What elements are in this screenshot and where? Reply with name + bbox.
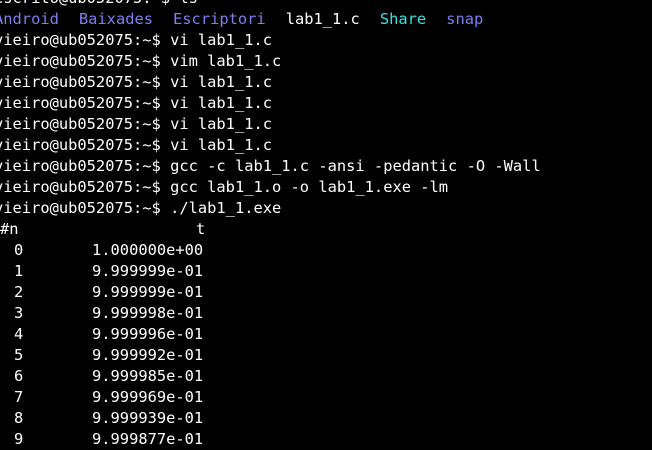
ls-entry: Escriptori xyxy=(173,10,266,28)
command-text: vim lab1_1.c xyxy=(170,52,282,70)
command-line: vieiro@ub052075:~$ gcc lab1_1.o -o lab1_… xyxy=(0,177,652,198)
shell-prompt: vieiro@ub052075:~$ xyxy=(0,115,161,133)
shell-prompt: vieiro@ub052075:~$ xyxy=(0,52,161,70)
ls-entry: Share xyxy=(379,10,427,28)
command-line: vieiro@ub052075:~$ vi lab1_1.c xyxy=(0,135,652,156)
command-line: vieiro@ub052075:~$ vi lab1_1.c xyxy=(0,114,652,135)
command-text: vi lab1_1.c xyxy=(170,115,273,133)
cell-t: 1.000000e+00 xyxy=(92,241,204,259)
cell-n: 5 xyxy=(14,346,24,364)
command-line: vieiro@ub052075:~$ vim lab1_1.c xyxy=(0,51,652,72)
command-text: vi lab1_1.c xyxy=(170,136,273,154)
cell-n: 0 xyxy=(14,241,24,259)
command-text: vi lab1_1.c xyxy=(170,31,273,49)
command-text: ./lab1_1.exe xyxy=(170,199,282,217)
table-row: 0 1.000000e+00 xyxy=(0,240,652,261)
cell-t: 9.999999e-01 xyxy=(92,262,204,280)
table-row: 2 9.999999e-01 xyxy=(0,282,652,303)
column-header-n: #n xyxy=(0,220,19,238)
table-row: 7 9.999969e-01 xyxy=(0,387,652,408)
column-header-t: t xyxy=(196,220,206,238)
shell-prompt: vieiro@ub052075:~$ xyxy=(0,94,161,112)
command-text: gcc -c lab1_1.c -ansi -pedantic -O -Wall xyxy=(170,157,541,175)
ls-entry: lab1_1.c xyxy=(285,10,360,28)
cell-n: 3 xyxy=(14,304,24,322)
table-row: 6 9.999985e-01 xyxy=(0,366,652,387)
table-row: 8 9.999939e-01 xyxy=(0,408,652,429)
cell-t: 9.999998e-01 xyxy=(92,304,204,322)
shell-prompt: vieiro@ub052075:~$ xyxy=(0,136,161,154)
table-row: 3 9.999998e-01 xyxy=(0,303,652,324)
table-row: 1 9.999999e-01 xyxy=(0,261,652,282)
shell-prompt: vieiro@ub052075:~$ xyxy=(0,178,161,196)
command-line: vieiro@ub052075:~$ ./lab1_1.exe xyxy=(0,198,652,219)
cell-t: 9.999999e-01 xyxy=(92,283,204,301)
cell-t: 9.999939e-01 xyxy=(92,409,204,427)
cell-t: 9.999992e-01 xyxy=(92,346,204,364)
shell-prompt: vieiro@ub052075:~$ xyxy=(0,31,161,49)
cell-t: 9.999996e-01 xyxy=(92,325,204,343)
command-line: vieiro@ub052075:~$ gcc -c lab1_1.c -ansi… xyxy=(0,156,652,177)
command-text: vi lab1_1.c xyxy=(170,94,273,112)
cell-n: 8 xyxy=(14,409,24,427)
command-text: vi lab1_1.c xyxy=(170,73,273,91)
cell-n: 6 xyxy=(14,367,24,385)
command-text: gcc lab1_1.o -o lab1_1.exe -lm xyxy=(170,178,449,196)
shell-prompt: vieiro@ub052075:~$ xyxy=(0,199,161,217)
cell-t: 9.999877e-01 xyxy=(92,430,204,448)
cell-t: 9.999969e-01 xyxy=(92,388,204,406)
shell-prompt: vieiro@ub052075:~$ xyxy=(0,157,161,175)
ls-entry: snap xyxy=(446,10,484,28)
cell-n: 9 xyxy=(14,430,24,448)
table-row: 4 9.999996e-01 xyxy=(0,324,652,345)
cell-n: 7 xyxy=(14,388,24,406)
cell-t: 9.999985e-01 xyxy=(92,367,204,385)
cell-n: 2 xyxy=(14,283,24,301)
command-line: vieiro@ub052075:~$ vi lab1_1.c xyxy=(0,30,652,51)
output-table-header: #n t xyxy=(0,219,652,240)
cell-n: 4 xyxy=(14,325,24,343)
command-line: vieiro@ub052075:~$ vi lab1_1.c xyxy=(0,72,652,93)
terminal-line-partial: escrito@ub052075:~$ ls xyxy=(0,0,652,9)
terminal-window[interactable]: escrito@ub052075:~$ ls Android Baixades Es… xyxy=(0,0,652,450)
cell-n: 1 xyxy=(14,262,24,280)
ls-entry: Baixades xyxy=(78,10,154,28)
shell-prompt: vieiro@ub052075:~$ xyxy=(0,73,161,91)
command-line: vieiro@ub052075:~$ vi lab1_1.c xyxy=(0,93,652,114)
table-row: 9 9.999877e-01 xyxy=(0,429,652,450)
table-row: 5 9.999992e-01 xyxy=(0,345,652,366)
ls-output-line: Android Baixades Escriptori lab1_1.c Share sn… xyxy=(0,9,652,30)
ls-entry: Android xyxy=(0,10,59,28)
